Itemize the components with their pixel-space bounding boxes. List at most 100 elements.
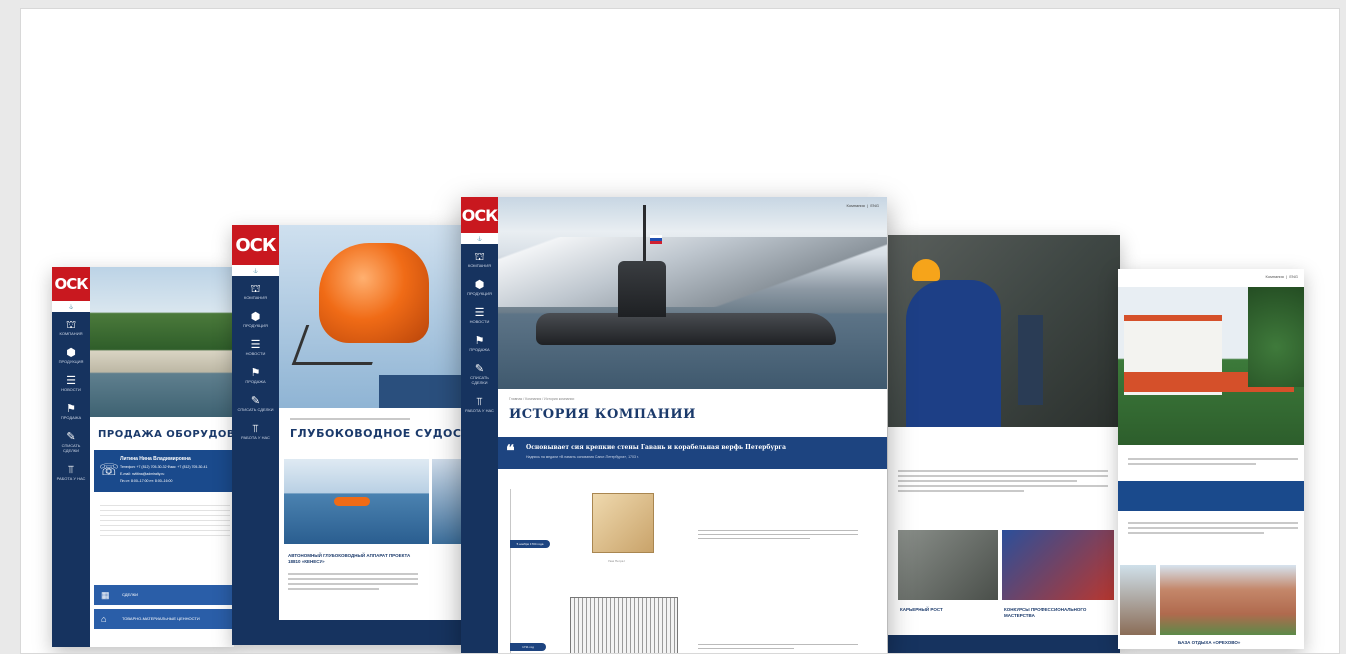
sidebar-item-label: Продукция [58,359,84,364]
edit-icon: ✎ [474,363,485,375]
cube-icon: ⬢ [250,311,261,323]
logo[interactable]: ОСК [232,225,279,265]
sidebar-item[interactable]: ⬢ Продукция [232,304,279,332]
sidebar-item[interactable]: ✎ Списать сделки [461,356,498,389]
hero-photo-submarine [498,197,887,389]
tag-icon: ⚑ [66,403,76,415]
hero-photo-building [1118,287,1304,445]
showcase-frame: ОСК ⚓ ⛫ Компания ⬢ Продукция ☰ Новости ⚑ Продаж… [20,8,1340,654]
timeline-date-badge[interactable]: 1711 год [510,643,546,651]
sidebar-item[interactable]: ⛫ Компания [52,312,90,340]
deals-button[interactable]: ▦ Сделки [94,585,234,605]
photo-caption: АВТОНОМНЫЙ ГЛУБОКОВОДНЫЙ АППАРАТ ПРОЕКТА… [288,553,411,564]
contact-email[interactable]: E-mail: nvlitina@admiralty.ru [120,472,164,476]
sidebar-item-label: Новости [469,319,490,324]
page-card-equipment-sale[interactable]: ОСК ⚓ ⛫ Компания ⬢ Продукция ☰ Новости ⚑ Продаж… [52,267,234,647]
photo-sea-vessel [284,459,429,544]
document-image [592,493,654,553]
list-icon: ☰ [66,375,76,387]
building-icon: ⛫ [65,319,77,331]
sidebar-item-label: Новости [61,387,81,392]
sidebar-item[interactable]: ⫪ Работа у нас [461,389,498,417]
sidebar-item[interactable]: ☰ Новости [461,300,498,328]
sidebar-item[interactable]: ☰ Новости [52,368,90,396]
page-title: ГЛУБОКОВОДНОЕ СУДОСТРОЕНИЕ [290,427,464,440]
page-card-history[interactable]: ОСК ⚓ ⛫ Компания ⬢ Продукция ☰ Новости ⚑ Продаж… [461,197,887,653]
contact-hours: Пн-чт: 8:00–17:00 пт: 8:00–16:00 [120,479,173,483]
caption-contest: КОНКУРСЫ ПРОФЕССИОНАЛЬНОГО МАСТЕРСТВА [1004,607,1087,618]
document-caption: Указ Петра I [608,559,626,563]
crane-icon: ⫪ [67,464,75,476]
sale-table [100,501,230,536]
top-nav[interactable]: Компания | ENG [1266,274,1298,279]
submarine-image [536,313,836,345]
phone-icon: ☏ [99,462,120,479]
photo-contest [1002,530,1114,600]
hero-photo-submersible [279,225,464,408]
crane-icon: ⫪ [476,396,483,408]
list-icon: ☰ [250,339,261,351]
sidebar-item[interactable]: ⚑ Продажа [232,360,279,388]
sidebar-item[interactable]: ⫪ Работа у нас [52,457,90,485]
sidebar-item[interactable]: ⫪ Работа у нас [232,416,279,444]
sidebar-item-label: Продукция [467,291,492,296]
quote-banner: ❝ Основывает сия крепкие стены Гавань и … [498,437,887,469]
edit-icon: ✎ [250,395,261,407]
page-card-recreation[interactable]: Компания | ENG БАЗА ОТДЫХА «ОРЕХОВО» [1118,269,1304,649]
sidebar-item-label: Работа у нас [465,408,494,413]
page-card-deepwater[interactable]: ОСК ⚓ ⛫ Компания ⬢ Продукция ☰ Новости ⚑ Продаж… [232,225,464,645]
logo[interactable]: ОСК [461,197,498,233]
hero-photo-worker [888,235,1120,427]
sidebar-item[interactable]: ⛫ Компания [232,276,279,304]
sidebar-item[interactable]: ⚑ Продажа [52,396,90,424]
shipyard-logo[interactable]: ⚓ [461,233,498,244]
hero-photo-river [90,267,234,417]
shipyard-logo[interactable]: ⚓ [52,301,90,312]
crane-icon: ⫪ [252,423,259,435]
quote-text: Основывает сия крепкие стены Гавань и ко… [526,444,786,451]
edit-icon: ✎ [66,431,76,443]
tag-icon: ⚑ [474,335,485,347]
engraving-image [570,597,678,653]
quote-icon: ❝ [506,443,515,460]
page-title: ПРОДАЖА ОБОРУДОВАНИЯ [98,429,234,440]
quote-source: Надпись на медали «В память основания Са… [526,455,639,459]
sidebar: ОСК ⚓ ⛫ Компания ⬢ Продукция ☰ Новости ⚑ Продаж… [232,225,279,645]
sidebar-item[interactable]: ⚑ Продажа [461,328,498,356]
contact-name: Литина Нина Владимировна [120,456,191,462]
sidebar-item[interactable]: ⬢ Продукция [52,340,90,368]
photo-career [898,530,998,600]
sidebar-item-label: Продажа [60,415,82,420]
sidebar-item[interactable]: ☰ Новости [232,332,279,360]
cube-icon: ⬢ [474,279,485,291]
sidebar-item-label: Списать сделки [61,443,81,453]
sidebar: ОСК ⚓ ⛫ Компания ⬢ Продукция ☰ Новости ⚑ Продаж… [461,197,498,653]
contact-block: ☏ Литина Нина Владимировна Телефон: +7 (… [94,450,234,492]
photo-orekhovo [1160,565,1296,635]
shipyard-logo[interactable]: ⚓ [232,265,279,276]
building-icon: ⛫ [250,283,261,295]
inventory-button[interactable]: ⌂ Товарно-материальные ценности [94,609,234,629]
sidebar: ОСК ⚓ ⛫ Компания ⬢ Продукция ☰ Новости ⚑ Продаж… [52,267,90,647]
sidebar-item[interactable]: ✎ Списать сделки [232,388,279,416]
sidebar-item[interactable]: ⛫ Компания [461,244,498,272]
timeline-date-badge[interactable]: 5 ноября 1704 года [510,540,550,548]
page-title: ИСТОРИЯ КОМПАНИИ [509,407,696,422]
sidebar-item-label: Работа у нас [241,435,270,440]
tag-icon: ⚑ [250,367,261,379]
page-card-careers[interactable]: КАРЬЕРНЫЙ РОСТ КОНКУРСЫ ПРОФЕССИОНАЛЬНОГ… [888,235,1120,653]
logo[interactable]: ОСК [52,267,90,301]
sidebar-item[interactable]: ⬢ Продукция [461,272,498,300]
breadcrumb[interactable]: Главная / Компания / История компании [509,397,574,401]
bank-icon: ⌂ [101,614,107,624]
sidebar-item-label: Списать сделки [237,407,274,412]
sidebar-item-label: Новости [245,351,266,356]
table-row [100,531,230,536]
sidebar-item-label: Списать сделки [470,375,489,385]
sidebar-item-label: Компания [59,331,83,336]
grid-icon: ▦ [101,590,110,600]
building-icon: ⛫ [474,251,485,263]
top-nav[interactable]: Компания | ENG [847,203,879,208]
sidebar-item[interactable]: ✎ Списать сделки [52,424,90,457]
flag-icon [650,235,662,244]
